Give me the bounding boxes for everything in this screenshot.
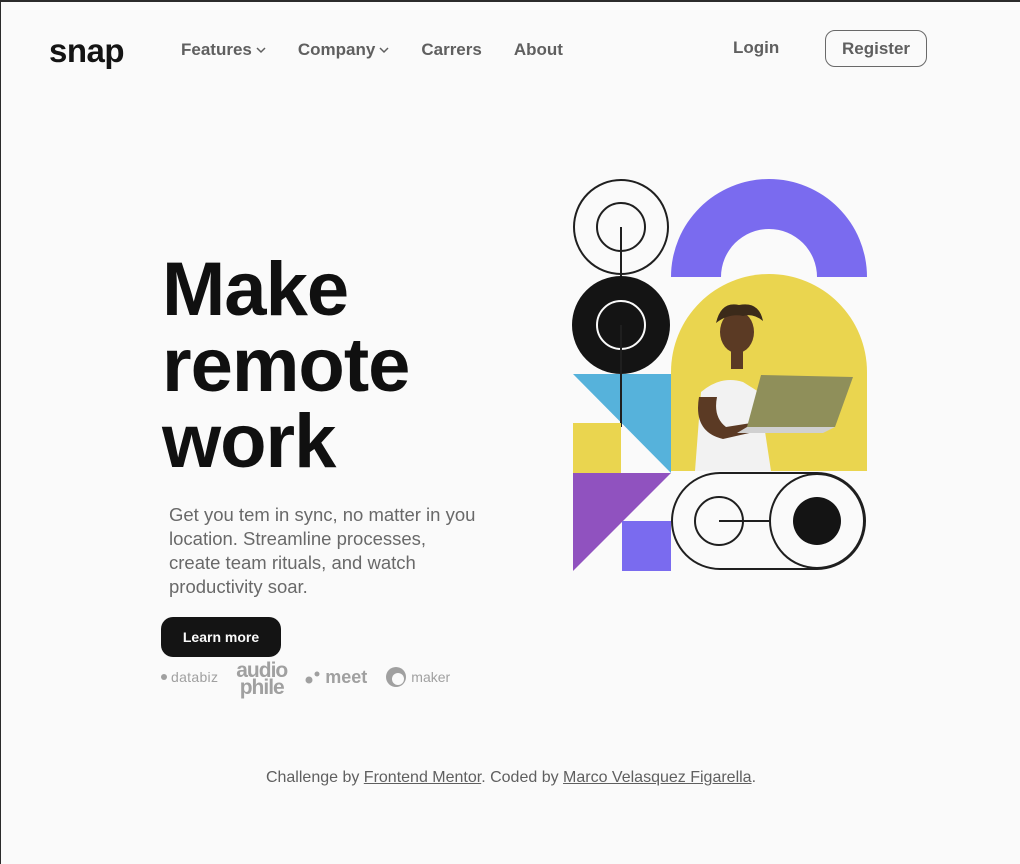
nav-item-features[interactable]: Features <box>181 40 266 60</box>
audiophile-bottom: phile <box>239 676 285 699</box>
client-logos: databiz audio phile meet maker <box>161 658 450 699</box>
hero-description: Get you tem in sync, no matter in you lo… <box>169 504 476 597</box>
frontend-mentor-link[interactable]: Frontend Mentor <box>364 769 481 786</box>
nav-item-company[interactable]: Company <box>298 40 389 60</box>
person-with-laptop-image <box>671 274 867 471</box>
nav-item-about[interactable]: About <box>514 40 563 60</box>
chevron-down-icon <box>256 47 266 54</box>
learn-more-button[interactable]: Learn more <box>161 617 281 657</box>
yellow-square-shape <box>573 423 621 473</box>
audiophile-logo: audio phile <box>236 660 288 699</box>
main-nav: Features Company Carrers About <box>181 40 563 60</box>
author-link[interactable]: Marco Velasquez Figarella <box>563 769 752 786</box>
outlined-circle-shape <box>573 179 669 277</box>
nav-item-label: Features <box>181 40 252 59</box>
meet-label: meet <box>325 666 368 687</box>
login-link[interactable]: Login <box>733 38 779 58</box>
hero-title: Make remote work <box>162 252 502 480</box>
nav-item-label: About <box>513 40 563 59</box>
databiz-dot-icon <box>161 674 167 680</box>
maker-circle-icon <box>386 667 407 687</box>
maker-label: maker <box>411 669 451 685</box>
hero-illustration <box>572 179 867 571</box>
hero-title-line: work <box>162 399 336 484</box>
footer-suffix: . <box>751 769 757 786</box>
pill-switch-shape <box>671 472 866 570</box>
hero-title-line: Make <box>162 247 349 332</box>
attribution-footer: Challenge by Frontend Mentor. Coded by M… <box>1 769 1020 787</box>
nav-item-label: Company <box>297 40 376 59</box>
databiz-logo: databiz <box>161 669 218 685</box>
snap-logo[interactable]: snap <box>49 32 125 70</box>
purple-square-shape <box>622 521 671 571</box>
nav-item-label: Carrers <box>421 40 482 59</box>
meet-dots-icon <box>305 671 320 684</box>
footer-prefix: Challenge by <box>265 769 364 786</box>
purple-arch-shape <box>671 179 867 277</box>
meet-logo: meet <box>305 667 367 688</box>
chevron-down-icon <box>379 47 389 54</box>
footer-middle: . Coded by <box>481 769 564 786</box>
hero-title-line: remote <box>162 323 410 408</box>
maker-logo: maker <box>385 666 450 688</box>
databiz-label: databiz <box>171 669 219 685</box>
nav-item-carrers[interactable]: Carrers <box>421 40 482 60</box>
register-button[interactable]: Register <box>825 30 927 67</box>
